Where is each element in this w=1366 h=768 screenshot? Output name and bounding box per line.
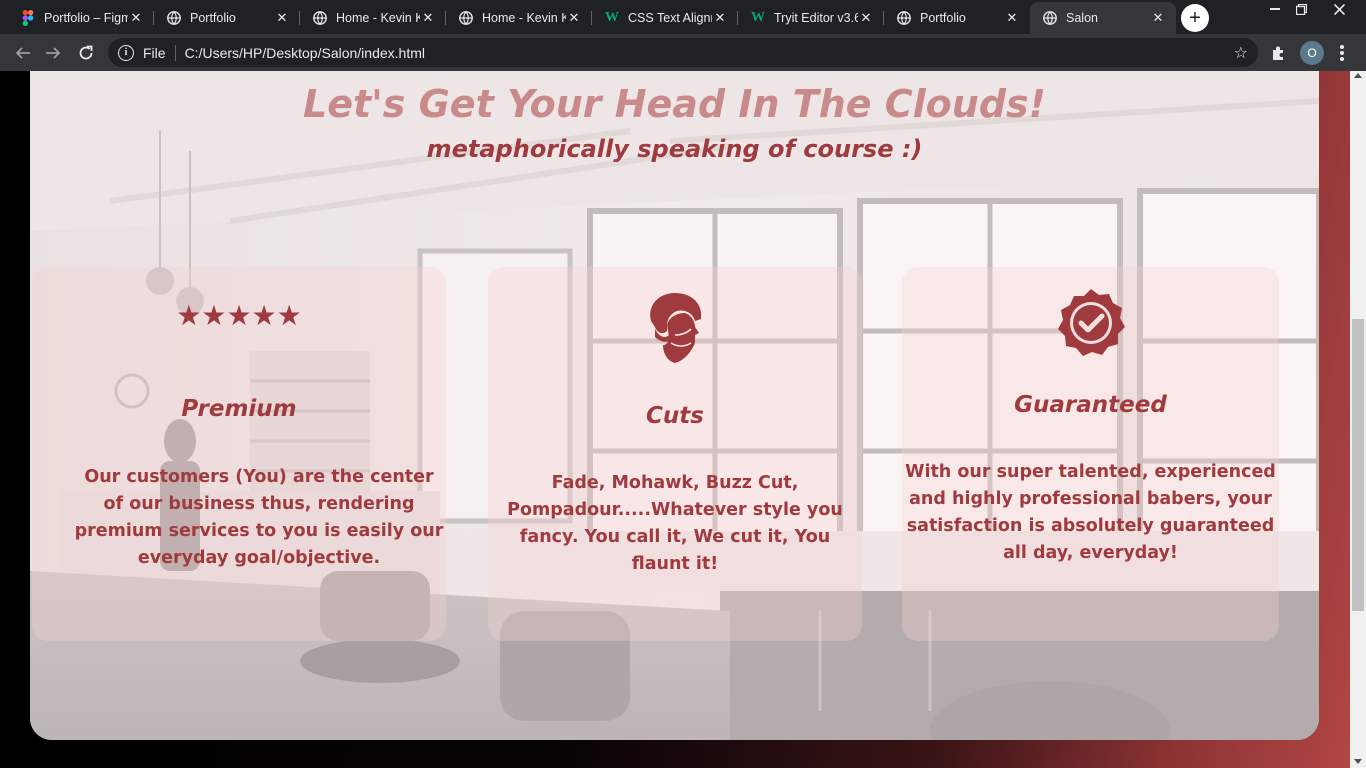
address-bar[interactable]: i File C:/Users/HP/Desktop/Salon/index.h…	[108, 38, 1258, 67]
tab-title: Salon	[1066, 11, 1098, 25]
close-tab-icon[interactable]: ✕	[420, 10, 436, 26]
reload-icon	[79, 45, 93, 60]
browser-menu-icon[interactable]	[1332, 43, 1352, 63]
page-headline: Let's Get Your Head In The Clouds!	[302, 82, 1046, 126]
feature-card-premium: ★★★★★ Premium Our customers (You) are th…	[32, 267, 446, 641]
new-tab-button[interactable]: +	[1181, 4, 1209, 32]
bookmark-star-icon[interactable]: ☆	[1234, 43, 1248, 62]
tab-title: Home - Kevin Kaunda	[336, 11, 420, 25]
globe-icon	[312, 10, 328, 26]
close-tab-icon[interactable]: ✕	[566, 10, 582, 26]
site-info-icon[interactable]: i	[118, 44, 134, 61]
tab-salon[interactable]: Salon ✕	[1030, 2, 1176, 34]
close-tab-icon[interactable]: ✕	[1004, 10, 1020, 26]
scheme-label: File	[143, 44, 166, 61]
card-title: Cuts	[646, 403, 704, 429]
arrow-left-icon	[15, 47, 30, 59]
card-title: Guaranteed	[1014, 392, 1167, 418]
tab-title: CSS Text Alignment	[628, 11, 712, 25]
feature-card-cuts: Cuts Fade, Mohawk, Buzz Cut, Pompadour..…	[488, 267, 862, 641]
page-subheadline: metaphorically speaking of course :)	[426, 135, 923, 163]
tab-css-text-alignment[interactable]: W CSS Text Alignment ✕	[592, 4, 738, 32]
tab-strip: Portfolio – Figma ✕ Portfolio ✕ Home - K…	[0, 0, 1366, 34]
page-scrollbar[interactable]	[1350, 71, 1366, 768]
close-tab-icon[interactable]: ✕	[858, 10, 874, 26]
tab-portfolio[interactable]: Portfolio ✕	[154, 4, 300, 32]
check-badge-icon	[1055, 287, 1127, 363]
close-tab-icon[interactable]: ✕	[1150, 10, 1166, 26]
five-stars-icon: ★★★★★	[176, 299, 302, 332]
globe-icon	[1042, 10, 1058, 26]
profile-avatar[interactable]: O	[1300, 41, 1324, 65]
globe-icon	[458, 10, 474, 26]
page-viewport: Let's Get Your Head In The Clouds! metap…	[0, 71, 1350, 768]
url-text[interactable]: C:/Users/HP/Desktop/Salon/index.html	[185, 45, 425, 61]
tab-title: Home - Kevin Kaunda	[482, 11, 566, 25]
close-tab-icon[interactable]: ✕	[712, 10, 728, 26]
tab-home-kevin-2[interactable]: Home - Kevin Kaunda ✕	[446, 4, 592, 32]
address-divider	[174, 44, 176, 61]
feature-card-guaranteed: Guaranteed With our super talented, expe…	[902, 267, 1279, 641]
card-description: Our customers (You) are the center of ou…	[74, 467, 444, 568]
scrollbar-thumb[interactable]	[1352, 319, 1364, 611]
tab-portfolio-2[interactable]: Portfolio ✕	[884, 4, 1030, 32]
tab-title: Portfolio	[920, 11, 966, 25]
close-window-icon[interactable]	[1326, 0, 1352, 18]
w3schools-icon: W	[605, 10, 619, 25]
tab-title: Tryit Editor v3.6	[774, 11, 858, 25]
w3schools-icon: W	[751, 10, 765, 25]
restore-icon[interactable]	[1288, 0, 1314, 18]
globe-icon	[166, 10, 182, 26]
tab-title: Portfolio – Figma	[44, 11, 128, 25]
close-tab-icon[interactable]: ✕	[274, 10, 290, 26]
scroll-down-arrow-icon[interactable]	[1354, 759, 1362, 764]
back-button[interactable]	[8, 38, 38, 68]
figma-icon	[20, 10, 36, 26]
tab-title: Portfolio	[190, 11, 236, 25]
tab-tryit-editor[interactable]: W Tryit Editor v3.6 ✕	[738, 4, 884, 32]
scroll-up-arrow-icon[interactable]	[1354, 73, 1362, 78]
forward-button[interactable]	[38, 38, 68, 68]
minimize-icon[interactable]	[1262, 0, 1288, 18]
close-tab-icon[interactable]: ✕	[128, 10, 144, 26]
card-description: Fade, Mohawk, Buzz Cut, Pompadour.....Wh…	[507, 473, 843, 574]
globe-icon	[896, 10, 912, 26]
card-description: With our super talented, experienced and…	[905, 462, 1276, 563]
tab-home-kevin-1[interactable]: Home - Kevin Kaunda ✕	[300, 4, 446, 32]
arrow-right-icon	[46, 47, 61, 59]
reload-button[interactable]	[71, 38, 101, 68]
card-title: Premium	[181, 396, 297, 422]
bearded-man-icon	[645, 291, 705, 369]
browser-toolbar: i File C:/Users/HP/Desktop/Salon/index.h…	[0, 34, 1366, 71]
hero-section: Let's Get Your Head In The Clouds! metap…	[30, 71, 1319, 740]
tab-portfolio-figma[interactable]: Portfolio – Figma ✕	[8, 4, 154, 32]
extensions-puzzle-icon[interactable]	[1270, 44, 1288, 62]
